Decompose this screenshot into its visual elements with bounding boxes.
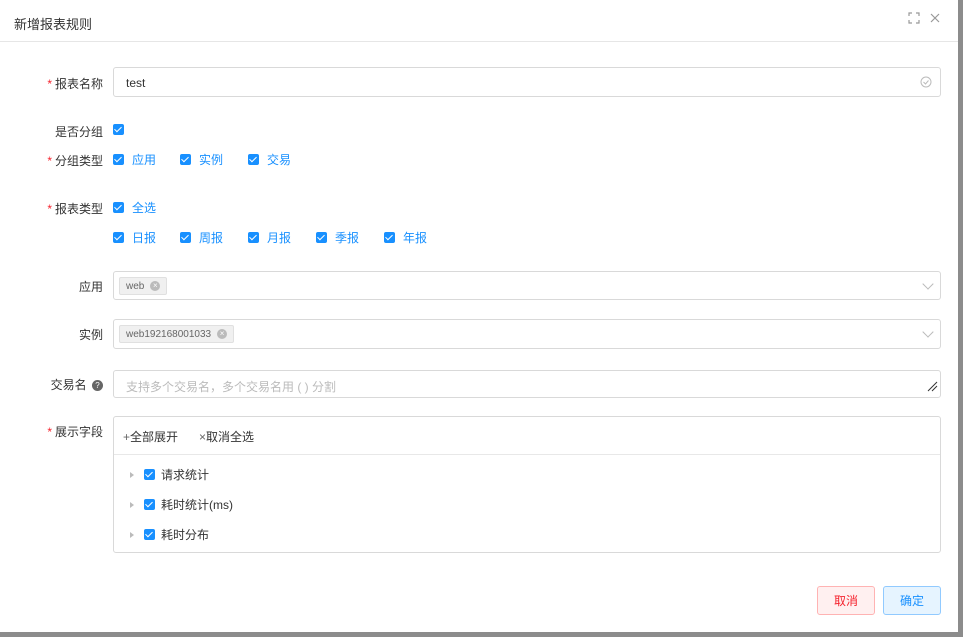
deselect-all-button[interactable]: ×取消全选 — [199, 428, 254, 445]
tree-item[interactable]: 耗时统计(ms) — [130, 496, 233, 513]
tree-item-checkbox[interactable] — [144, 469, 155, 480]
tree-item[interactable]: 耗时分布 — [130, 526, 209, 543]
remove-tag-icon[interactable]: × — [150, 281, 161, 291]
is-group-label: 是否分组 — [54, 125, 103, 139]
tree-item[interactable]: 请求统计 — [130, 466, 209, 483]
group-type-transaction[interactable]: 交易 — [248, 151, 291, 168]
instance-label: 实例 — [78, 328, 103, 342]
report-type-monthly[interactable]: 月报 — [248, 229, 291, 246]
chevron-down-icon — [922, 326, 934, 338]
app-label: 应用 — [78, 280, 103, 294]
fullscreen-icon[interactable] — [907, 12, 921, 26]
plus-icon: + — [123, 430, 131, 444]
expand-caret-icon[interactable] — [130, 531, 134, 538]
report-type-label: * 报表类型 — [47, 202, 103, 216]
confirm-button[interactable]: 确定 — [883, 586, 941, 615]
tree-item-checkbox[interactable] — [144, 529, 155, 540]
report-type-select-all[interactable]: 全选 — [113, 199, 156, 216]
instance-tag: web192168001033 × — [119, 325, 235, 343]
resize-handle-icon[interactable] — [926, 380, 938, 395]
display-fields-label: * 展示字段 — [47, 425, 103, 439]
app-select[interactable]: web × — [113, 271, 941, 300]
transaction-label: 交易名 ? — [51, 376, 103, 393]
expand-caret-icon[interactable] — [130, 471, 134, 478]
dialog: 新增报表规则 * 报表名称 test 是否分组 * 分组类型 应用 实例 交易 * 报… — [0, 0, 958, 632]
app-tag: web × — [119, 277, 168, 295]
group-type-label: * 分组类型 — [47, 154, 103, 168]
group-type-app[interactable]: 应用 — [113, 151, 156, 168]
expand-caret-icon[interactable] — [130, 501, 134, 508]
cancel-button[interactable]: 取消 — [817, 586, 875, 615]
remove-tag-icon[interactable]: × — [217, 329, 228, 339]
close-icon[interactable] — [928, 12, 942, 26]
dialog-title: 新增报表规则 — [14, 17, 93, 32]
report-type-quarterly[interactable]: 季报 — [316, 229, 359, 246]
valid-check-icon — [920, 76, 932, 91]
expand-all-button[interactable]: +全部展开 — [123, 428, 178, 445]
chevron-down-icon — [922, 278, 934, 290]
tree-toolbar: +全部展开 ×取消全选 — [114, 417, 940, 455]
dialog-header: 新增报表规则 — [0, 0, 958, 42]
help-icon[interactable]: ? — [92, 380, 103, 392]
report-type-weekly[interactable]: 周报 — [180, 229, 223, 246]
tree-item-checkbox[interactable] — [144, 499, 155, 510]
display-fields-tree: +全部展开 ×取消全选 请求统计 耗时统计(ms) 耗时分布 — [113, 416, 941, 553]
report-name-label: * 报表名称 — [47, 77, 103, 91]
instance-select[interactable]: web192168001033 × — [113, 319, 941, 349]
report-type-daily[interactable]: 日报 — [113, 229, 156, 246]
transaction-textarea[interactable]: 支持多个交易名，多个交易名用 ( ) 分割 — [113, 370, 941, 398]
report-name-input[interactable]: test — [113, 67, 941, 97]
report-type-yearly[interactable]: 年报 — [384, 229, 427, 246]
close-icon: × — [199, 430, 207, 444]
group-type-instance[interactable]: 实例 — [180, 151, 223, 168]
is-group-checkbox[interactable] — [113, 124, 124, 135]
